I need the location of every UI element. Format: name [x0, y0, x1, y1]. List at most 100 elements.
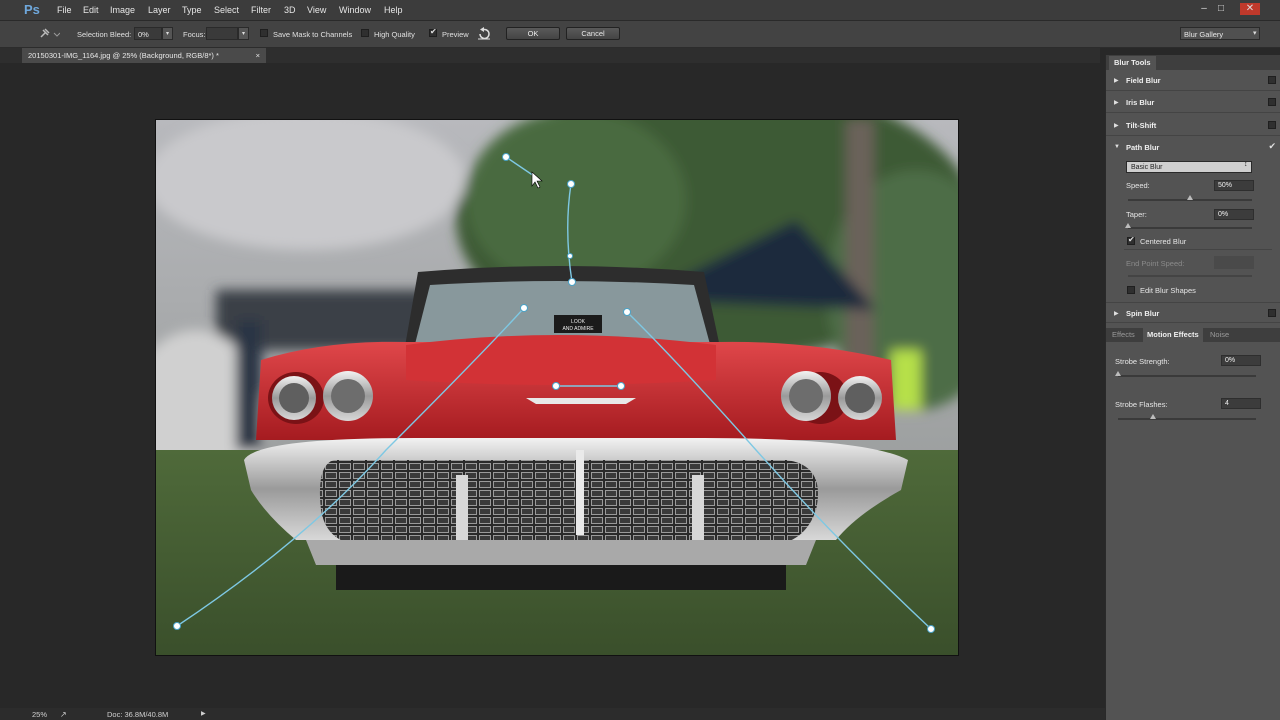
tab-effects[interactable]: Effects: [1108, 328, 1139, 342]
collapse-triangle-icon[interactable]: ▼: [1114, 144, 1120, 150]
select-arrows-icon: ↕: [1244, 161, 1248, 168]
divider: [1124, 249, 1272, 250]
section-spin-blur[interactable]: ▶ Spin Blur: [1106, 302, 1280, 323]
doc-size: Doc: 36.8M/40.8M: [107, 710, 169, 719]
iris-blur-label: Iris Blur: [1126, 98, 1155, 107]
end-point-speed-label: End Point Speed:: [1126, 259, 1185, 268]
tilt-shift-label: Tilt-Shift: [1126, 121, 1157, 130]
plate-line-1: LOOK: [571, 319, 586, 325]
selection-bleed-label: Selection Bleed:: [77, 30, 132, 39]
expand-triangle-icon[interactable]: ▶: [1114, 122, 1119, 129]
strobe-flashes-slider-knob[interactable]: [1149, 414, 1156, 419]
selection-bleed-dropdown[interactable]: ▾: [162, 27, 173, 40]
expand-triangle-icon[interactable]: ▶: [1114, 99, 1119, 106]
strobe-strength-field[interactable]: 0%: [1221, 355, 1261, 366]
share-icon[interactable]: ↗: [60, 710, 67, 719]
expand-triangle-icon[interactable]: ▶: [1114, 77, 1119, 84]
strobe-strength-label: Strobe Strength:: [1115, 357, 1170, 366]
end-point-speed-field: [1214, 256, 1254, 269]
zoom-level[interactable]: 25%: [32, 710, 47, 719]
menu-3d[interactable]: 3D: [284, 5, 296, 15]
plate-line-2: AND ADMIRE: [562, 326, 594, 332]
strobe-flashes-slider[interactable]: [1118, 418, 1256, 420]
strobe-strength-slider[interactable]: [1118, 375, 1256, 377]
high-quality-checkbox[interactable]: [361, 29, 369, 37]
selection-bleed-field[interactable]: 0%: [134, 27, 162, 40]
status-bar: 25% ↗ Doc: 36.8M/40.8M ▶: [0, 708, 1105, 720]
spin-blur-label: Spin Blur: [1126, 309, 1160, 318]
focus-label: Focus:: [183, 30, 206, 39]
document-tab-bar: 20150301-IMG_1164.jpg @ 25% (Background,…: [0, 48, 1100, 63]
blur-tools-tab[interactable]: Blur Tools: [1109, 56, 1156, 70]
iris-blur-checkbox[interactable]: [1268, 98, 1276, 106]
maximize-icon[interactable]: □: [1215, 3, 1227, 15]
high-quality-label: High Quality: [374, 30, 415, 39]
speed-slider-knob[interactable]: [1187, 195, 1193, 200]
path-blur-label: Path Blur: [1126, 143, 1160, 152]
effects-tab-bar: Effects Motion Effects Noise: [1106, 328, 1280, 342]
car-photo: LOOK AND ADMIRE: [156, 120, 958, 655]
speed-field[interactable]: 50%: [1214, 180, 1254, 191]
workspace-chevron-icon[interactable]: ▾: [1253, 29, 1257, 37]
minimize-icon[interactable]: –: [1198, 3, 1210, 15]
tab-motion-effects[interactable]: Motion Effects: [1143, 328, 1203, 342]
path-blur-check-icon[interactable]: ✔: [1268, 141, 1276, 152]
document-tab[interactable]: 20150301-IMG_1164.jpg @ 25% (Background,…: [22, 48, 266, 63]
strobe-flashes-field[interactable]: 4: [1221, 398, 1261, 409]
strobe-flashes-label: Strobe Flashes:: [1115, 400, 1168, 409]
cancel-button[interactable]: Cancel: [566, 27, 620, 40]
tab-noise[interactable]: Noise: [1206, 328, 1233, 342]
section-tilt-shift[interactable]: ▶ Tilt-Shift: [1106, 115, 1280, 136]
tilt-shift-checkbox[interactable]: [1268, 121, 1276, 129]
focus-field[interactable]: [206, 27, 238, 40]
taper-slider-knob[interactable]: [1125, 223, 1131, 228]
document-title: 20150301-IMG_1164.jpg @ 25% (Background,…: [28, 51, 219, 60]
menu-help[interactable]: Help: [384, 5, 403, 15]
blur-tools-panel: Blur Tools ▶ Field Blur ▶ Iris Blur ▶ Ti…: [1105, 55, 1280, 720]
speed-label: Speed:: [1126, 181, 1150, 190]
menu-image[interactable]: Image: [110, 5, 135, 15]
edit-blur-shapes-checkbox[interactable]: [1127, 286, 1135, 294]
taper-label: Taper:: [1126, 210, 1147, 219]
menu-edit[interactable]: Edit: [83, 5, 99, 15]
focus-dropdown[interactable]: ▾: [238, 27, 249, 40]
menu-type[interactable]: Type: [182, 5, 202, 15]
taper-field[interactable]: 0%: [1214, 209, 1254, 220]
expand-triangle-icon[interactable]: ▶: [1114, 310, 1119, 317]
centered-blur-checkbox[interactable]: [1127, 235, 1135, 245]
menu-bar: Ps File Edit Image Layer Type Select Fil…: [0, 0, 1280, 21]
close-tab-icon[interactable]: ×: [256, 48, 260, 63]
centered-blur-label: Centered Blur: [1140, 237, 1187, 246]
save-mask-label: Save Mask to Channels: [273, 30, 353, 39]
preview-label: Preview: [442, 30, 469, 39]
status-menu-arrow-icon[interactable]: ▶: [201, 710, 206, 717]
panel-header: Blur Tools: [1106, 55, 1280, 70]
workspace-switcher[interactable]: Blur Gallery: [1180, 27, 1260, 40]
options-bar: Selection Bleed: 0% ▾ Focus: ▾ Save Mask…: [0, 21, 1280, 48]
field-blur-checkbox[interactable]: [1268, 76, 1276, 84]
section-iris-blur[interactable]: ▶ Iris Blur: [1106, 92, 1280, 113]
edit-blur-shapes-label: Edit Blur Shapes: [1140, 286, 1196, 295]
menu-layer[interactable]: Layer: [148, 5, 171, 15]
section-path-blur[interactable]: ▼ Path Blur ✔: [1106, 137, 1280, 158]
save-mask-checkbox[interactable]: [260, 29, 268, 37]
strobe-strength-slider-knob[interactable]: [1115, 371, 1121, 376]
menu-view[interactable]: View: [307, 5, 326, 15]
pin-tool-icon[interactable]: [36, 27, 60, 41]
taper-slider[interactable]: [1128, 227, 1252, 229]
blur-mode-select[interactable]: Basic Blur: [1126, 161, 1252, 173]
ok-button[interactable]: OK: [506, 27, 560, 40]
photo-canvas[interactable]: LOOK AND ADMIRE: [155, 119, 959, 656]
reset-pins-icon[interactable]: [476, 26, 492, 42]
close-window-icon[interactable]: ✕: [1240, 3, 1260, 15]
spin-blur-checkbox[interactable]: [1268, 309, 1276, 317]
photoshop-logo: Ps: [24, 2, 40, 17]
preview-checkbox[interactable]: [429, 27, 437, 37]
menu-file[interactable]: File: [57, 5, 72, 15]
section-field-blur[interactable]: ▶ Field Blur: [1106, 70, 1280, 91]
field-blur-label: Field Blur: [1126, 76, 1161, 85]
menu-window[interactable]: Window: [339, 5, 371, 15]
menu-select[interactable]: Select: [214, 5, 239, 15]
end-point-speed-slider: [1128, 275, 1252, 277]
menu-filter[interactable]: Filter: [251, 5, 271, 15]
